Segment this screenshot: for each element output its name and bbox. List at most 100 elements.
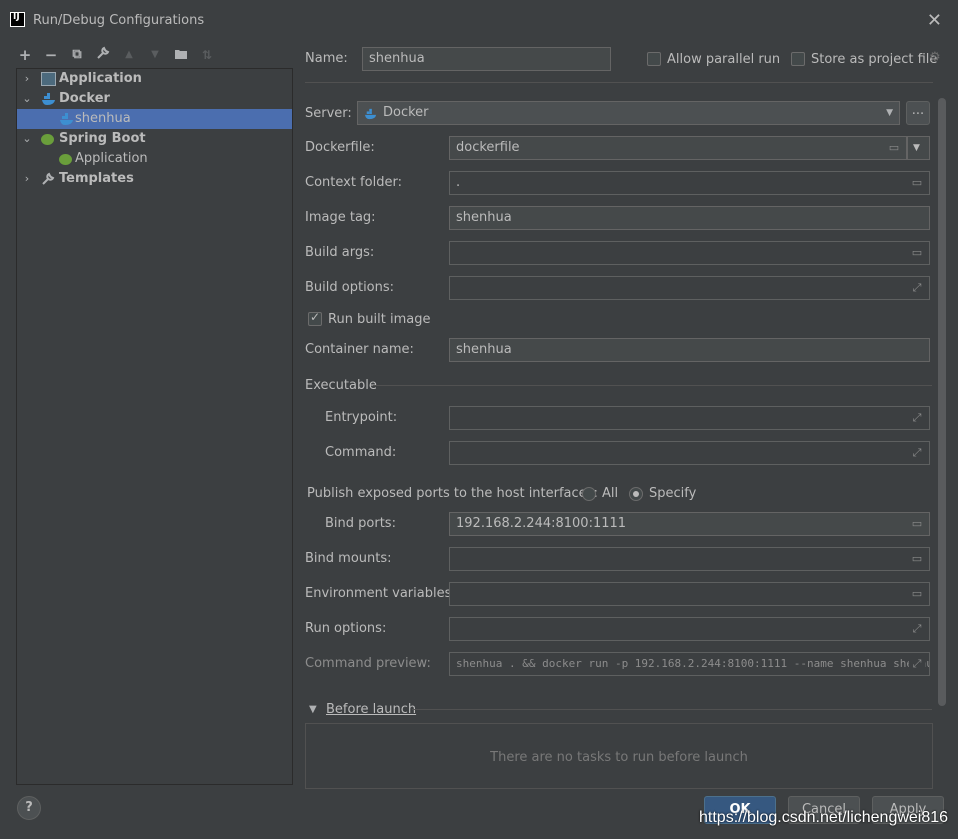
expand-icon[interactable]: ⤢ [909,445,925,461]
store-project-label: Store as project file [811,52,938,67]
watermark-text: https://blog.csdn.net/lichengwei816 [699,809,949,826]
chevron-down-icon[interactable]: ⌄ [21,129,33,149]
context-folder-label: Context folder: [305,175,402,190]
scrollbar[interactable] [938,98,946,706]
run-options-label: Run options: [305,621,387,636]
folder-icon[interactable] [172,46,190,64]
build-args-label: Build args: [305,245,375,260]
dockerfile-dropdown-button[interactable]: ▼ [907,136,930,160]
server-dropdown[interactable]: Docker ▼ [357,101,900,125]
move-up-icon[interactable]: ▲ [120,46,138,64]
server-more-button[interactable]: ... [906,101,930,125]
wrench-icon [41,172,56,186]
folder-icon[interactable]: ▭ [909,586,925,602]
run-options-field[interactable]: ⤢ [449,617,930,641]
entrypoint-field[interactable]: ⤢ [449,406,930,430]
folder-icon[interactable]: ▭ [886,140,902,156]
name-field[interactable]: shenhua [362,47,611,71]
entrypoint-label: Entrypoint: [325,410,398,425]
tree-node-label: Application [59,71,142,86]
command-preview-field[interactable]: shenhua . && docker run -p 192.168.2.244… [449,652,930,676]
add-icon[interactable]: + [16,46,34,64]
tree-node-label: Templates [59,171,134,186]
tree-node-label: shenhua [75,111,131,126]
application-icon [41,72,56,86]
env-vars-label: Environment variables: [305,586,456,601]
folder-icon[interactable]: ▭ [909,175,925,191]
sort-icon[interactable]: ⇅ [198,46,216,64]
allow-parallel-checkbox[interactable] [647,52,661,66]
radio-all[interactable] [582,487,596,501]
tree-node-templates[interactable]: › Templates [17,169,292,189]
tree-node-docker[interactable]: ⌄ Docker [17,89,292,109]
container-name-field[interactable]: shenhua [449,338,930,362]
publish-ports-label: Publish exposed ports to the host interf… [307,486,598,501]
run-debug-dialog: 146 } IJ Run/Debug Configurations ✕ + − … [0,0,958,839]
before-launch-heading[interactable]: Before launch [326,702,416,717]
close-icon[interactable]: ✕ [927,10,942,31]
docker-icon [364,106,378,128]
chevron-right-icon[interactable]: › [21,69,33,89]
divider [412,709,932,710]
build-args-field[interactable]: ▭ [449,241,930,265]
name-label: Name: [305,51,348,66]
dockerfile-field[interactable]: dockerfile ▭ [449,136,907,160]
tree-node-application[interactable]: › Application [17,69,292,89]
wrench-icon[interactable] [94,46,112,64]
docker-config-icon [59,112,74,126]
bind-ports-value: 192.168.2.244:8100:1111 [456,516,627,531]
config-tree: › Application ⌄ Docker shenhua ⌄ Spring … [16,68,293,785]
tree-node-spring-application[interactable]: Application [17,149,292,169]
bind-ports-field[interactable]: 192.168.2.244:8100:1111 ▭ [449,512,930,536]
bind-ports-label: Bind ports: [325,516,396,531]
folder-icon[interactable]: ▭ [909,245,925,261]
executable-heading: Executable [305,378,377,393]
divider [373,385,932,386]
expand-icon[interactable]: ⤢ [909,621,925,637]
chevron-down-icon[interactable]: ⌄ [21,89,33,109]
context-folder-value: . [456,175,461,190]
image-tag-field[interactable]: shenhua [449,206,930,230]
tree-node-label: Spring Boot [59,131,146,146]
help-button[interactable]: ? [17,796,41,820]
dockerfile-value: dockerfile [456,140,520,155]
expand-icon[interactable]: ⤢ [909,280,925,296]
build-options-label: Build options: [305,280,395,295]
remove-icon[interactable]: − [42,46,60,64]
folder-icon[interactable]: ▭ [909,516,925,532]
radio-specify[interactable] [629,487,643,501]
collapse-triangle-icon[interactable]: ▼ [309,704,317,715]
radio-specify-label: Specify [649,486,697,501]
folder-icon[interactable]: ▭ [909,551,925,567]
window-title: Run/Debug Configurations [33,13,205,28]
before-launch-list: There are no tasks to run before launch [305,723,933,789]
image-tag-label: Image tag: [305,210,376,225]
bind-mounts-field[interactable]: ▭ [449,547,930,571]
gear-icon[interactable]: ⚙ [929,50,941,65]
before-launch-empty-text: There are no tasks to run before launch [490,750,748,765]
chevron-down-icon: ▼ [886,108,893,118]
copy-icon[interactable]: ⧉ [68,46,86,64]
build-options-field[interactable]: ⤢ [449,276,930,300]
docker-icon [41,92,56,106]
tree-node-shenhua[interactable]: shenhua [17,109,292,129]
dockerfile-label: Dockerfile: [305,140,375,155]
env-vars-field[interactable]: ▭ [449,582,930,606]
chevron-right-icon[interactable]: › [21,169,33,189]
allow-parallel-label: Allow parallel run [667,52,781,67]
container-name-label: Container name: [305,342,414,357]
spring-boot-icon [41,134,54,145]
server-label: Server: [305,106,352,121]
store-project-checkbox[interactable] [791,52,805,66]
run-built-image-label: Run built image [328,312,431,327]
move-down-icon[interactable]: ▼ [146,46,164,64]
run-built-image-checkbox[interactable] [308,310,322,326]
context-folder-field[interactable]: . ▭ [449,171,930,195]
divider [305,82,933,83]
command-field[interactable]: ⤢ [449,441,930,465]
expand-icon[interactable]: ⤢ [909,656,925,672]
command-preview-value: shenhua . && docker run -p 192.168.2.244… [456,657,930,670]
expand-icon[interactable]: ⤢ [909,410,925,426]
tree-node-spring-boot[interactable]: ⌄ Spring Boot [17,129,292,149]
tree-node-label: Application [75,151,148,166]
